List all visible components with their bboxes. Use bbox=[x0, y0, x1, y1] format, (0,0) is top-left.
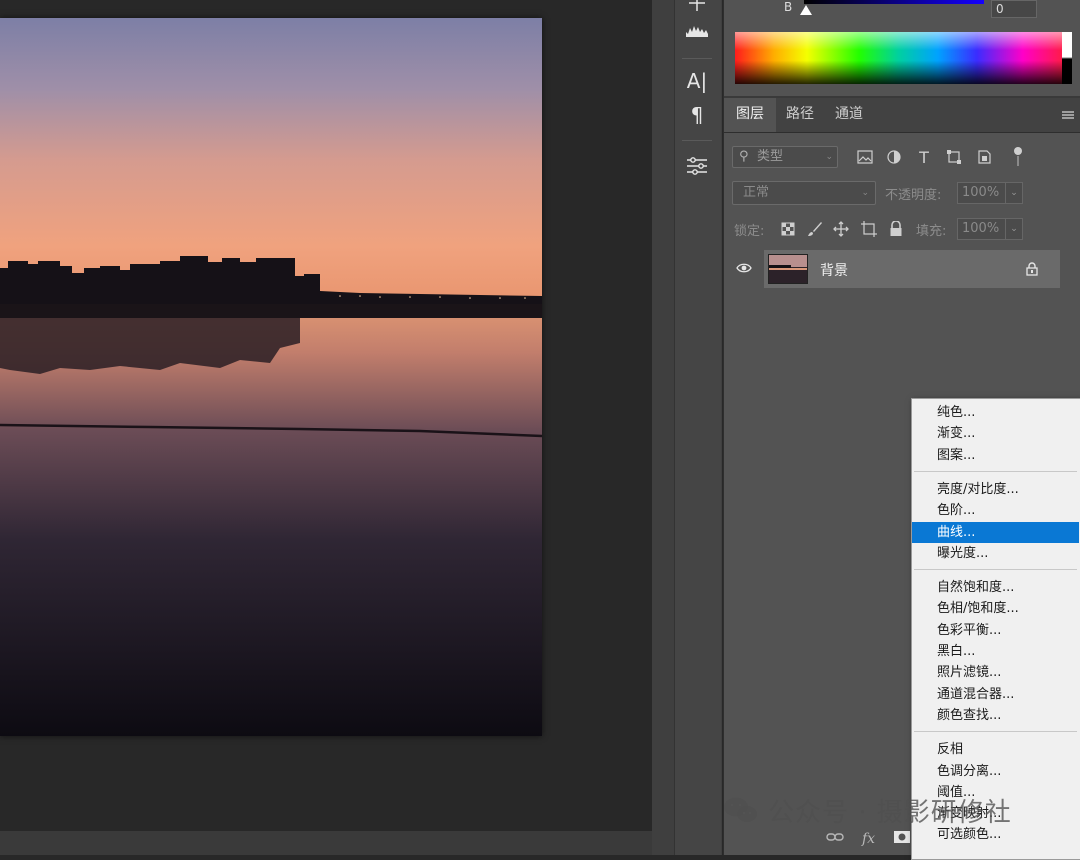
menu-item[interactable]: 反相 bbox=[912, 739, 1079, 760]
layers-panel-tabs: 图层 路径 通道 bbox=[724, 98, 1080, 133]
menu-item[interactable]: 曝光度... bbox=[912, 543, 1079, 564]
chevron-down-icon[interactable]: ⌄ bbox=[1005, 219, 1022, 239]
tab-channels-label: 通道 bbox=[835, 106, 863, 122]
menu-item[interactable]: 照片滤镜... bbox=[912, 662, 1079, 683]
layer-filter-label: 类型 bbox=[757, 149, 784, 164]
opacity-label: 不透明度: bbox=[885, 188, 942, 203]
slider-thumb-icon[interactable] bbox=[800, 5, 812, 15]
menu-item[interactable]: 纯色... bbox=[912, 402, 1079, 423]
chevron-down-icon: ⌄ bbox=[861, 188, 869, 198]
tab-channels[interactable]: 通道 bbox=[823, 98, 875, 132]
tab-paths[interactable]: 路径 bbox=[774, 98, 826, 132]
filter-toggle-icon[interactable] bbox=[1008, 147, 1028, 167]
layer-thumbnail[interactable] bbox=[768, 254, 808, 284]
adjustment-filter-icon[interactable] bbox=[884, 147, 904, 167]
lock-artboard-icon[interactable] bbox=[859, 218, 879, 240]
sunset-photo bbox=[0, 18, 542, 736]
blue-channel-slider[interactable] bbox=[804, 0, 984, 4]
link-icon[interactable] bbox=[826, 831, 844, 847]
blue-channel-label: B bbox=[784, 0, 793, 14]
menu-separator bbox=[914, 731, 1077, 733]
menu-item[interactable]: 曲线... bbox=[912, 521, 1079, 543]
fx-icon[interactable]: fx bbox=[862, 831, 875, 847]
layer-lock-icon[interactable] bbox=[1026, 261, 1042, 277]
layer-name[interactable]: 背景 bbox=[820, 260, 848, 280]
chevron-down-icon: ⌄ bbox=[825, 152, 833, 162]
menu-item[interactable]: 黑白... bbox=[912, 641, 1079, 662]
visibility-eye-icon[interactable] bbox=[734, 258, 754, 278]
watermark: 公众号 · 摄影研修社 bbox=[722, 790, 1012, 830]
character-icon-glyph: A| bbox=[686, 69, 708, 93]
smart-object-filter-icon[interactable] bbox=[974, 147, 994, 167]
blend-mode-select[interactable]: 正常 ⌄ bbox=[732, 181, 876, 205]
character-icon[interactable]: A| bbox=[674, 66, 720, 96]
tool-separator bbox=[682, 58, 712, 59]
type-filter-icon[interactable]: T bbox=[914, 147, 934, 167]
tool-strip: A| ¶ bbox=[652, 0, 722, 855]
layer-filter-select[interactable]: ⚲ 类型 ⌄ bbox=[732, 146, 838, 168]
paragraph-icon[interactable]: ¶ bbox=[674, 100, 720, 130]
lock-label: 锁定: bbox=[734, 224, 765, 239]
black-white-swatch[interactable] bbox=[1062, 32, 1072, 84]
tab-layers-label: 图层 bbox=[736, 106, 764, 122]
menu-item[interactable]: 色阶... bbox=[912, 500, 1079, 521]
menu-item[interactable]: 通道混合器... bbox=[912, 684, 1079, 705]
menu-item[interactable]: 亮度/对比度... bbox=[912, 479, 1079, 500]
menu-item[interactable]: 渐变... bbox=[912, 423, 1079, 444]
wechat-icon bbox=[724, 797, 757, 822]
menu-item[interactable]: 色彩平衡... bbox=[912, 620, 1079, 641]
fill-input[interactable]: 100% ⌄ bbox=[957, 218, 1023, 240]
lock-position-icon[interactable] bbox=[831, 218, 851, 240]
panel-menu-icon[interactable] bbox=[1061, 107, 1075, 121]
layer-row[interactable] bbox=[764, 250, 1060, 288]
fill-label: 填充: bbox=[916, 224, 947, 239]
blue-channel-input[interactable]: 0 bbox=[991, 0, 1037, 18]
menu-separator bbox=[914, 569, 1077, 571]
shape-filter-icon[interactable] bbox=[944, 147, 964, 167]
lock-all-icon[interactable] bbox=[886, 218, 906, 240]
mask-icon[interactable] bbox=[894, 831, 910, 847]
tool-separator bbox=[682, 140, 712, 141]
search-icon: ⚲ bbox=[739, 149, 749, 164]
blend-mode-value: 正常 bbox=[743, 185, 770, 200]
fill-value: 100% bbox=[962, 221, 1000, 236]
color-spectrum[interactable] bbox=[735, 32, 1072, 84]
lock-paint-icon[interactable] bbox=[805, 218, 825, 240]
histogram-icon[interactable] bbox=[674, 15, 720, 45]
tab-paths-label: 路径 bbox=[786, 106, 814, 122]
menu-item[interactable]: 色调分离... bbox=[912, 761, 1079, 782]
tab-layers[interactable]: 图层 bbox=[724, 98, 776, 132]
canvas-status-bar bbox=[0, 831, 652, 855]
menu-item[interactable]: 图案... bbox=[912, 445, 1079, 466]
chevron-down-icon[interactable]: ⌄ bbox=[1005, 183, 1022, 203]
menu-item[interactable]: 自然饱和度... bbox=[912, 577, 1079, 598]
opacity-value: 100% bbox=[962, 185, 1000, 200]
color-panel: B 0 bbox=[724, 0, 1080, 98]
paragraph-icon-glyph: ¶ bbox=[690, 103, 704, 127]
opacity-input[interactable]: 100% ⌄ bbox=[957, 182, 1023, 204]
watermark-text: 公众号 · 摄影研修社 bbox=[768, 797, 1012, 828]
document-canvas[interactable] bbox=[0, 0, 652, 855]
lock-transparent-icon[interactable] bbox=[778, 218, 798, 240]
menu-item[interactable]: 颜色查找... bbox=[912, 705, 1079, 726]
menu-item[interactable]: 色相/饱和度... bbox=[912, 598, 1079, 619]
menu-separator bbox=[914, 470, 1077, 472]
image-filter-icon[interactable] bbox=[855, 147, 875, 167]
adjustments-icon[interactable] bbox=[674, 151, 720, 181]
